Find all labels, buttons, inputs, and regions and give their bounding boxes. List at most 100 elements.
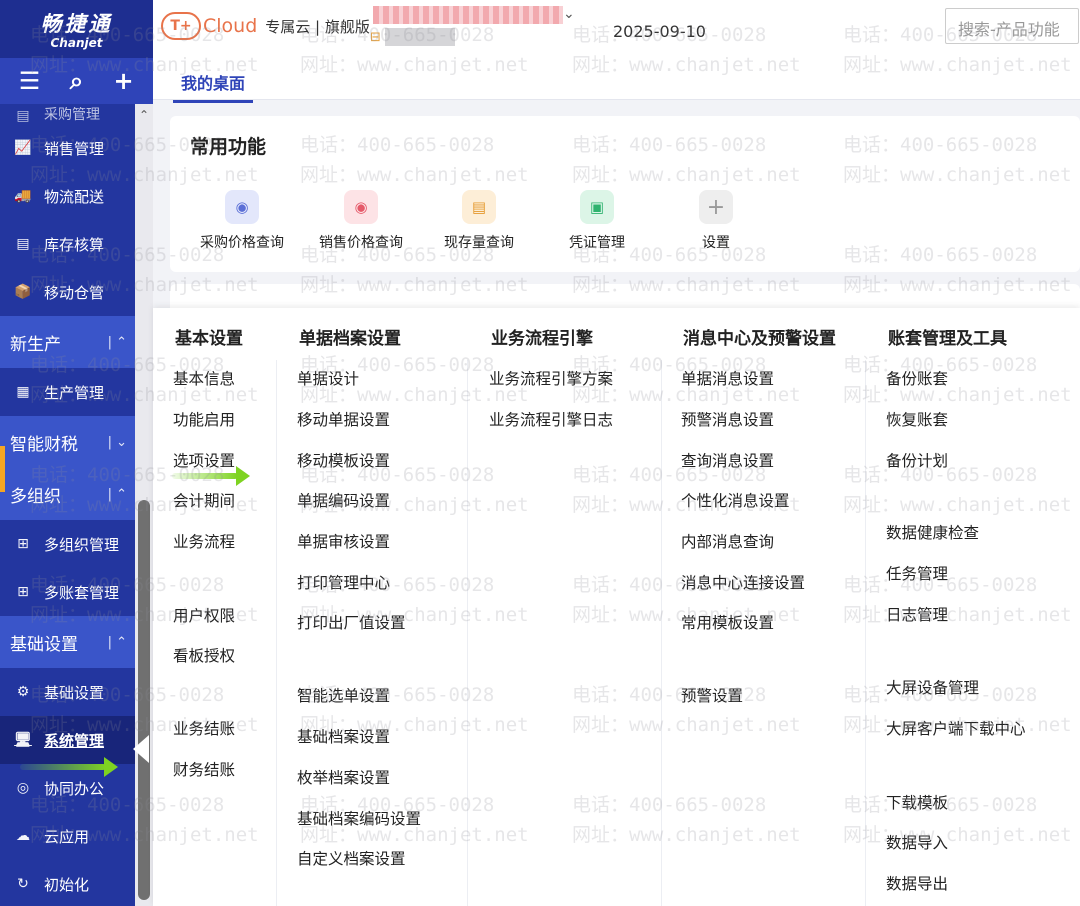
tab-my-desktop[interactable]: 我的桌面 <box>173 66 254 103</box>
menu-item[interactable]: 打印管理中心 <box>297 571 390 593</box>
menu-item[interactable]: 任务管理 <box>886 562 948 584</box>
func-label: 现存量查询 <box>444 235 514 251</box>
menu-item[interactable]: 基本信息 <box>173 367 235 389</box>
menu-item[interactable]: 常用模板设置 <box>681 611 774 633</box>
menu-item[interactable]: 单据设计 <box>297 367 359 389</box>
redacted-company-name[interactable] <box>373 6 563 24</box>
menu-item[interactable]: 业务流程引擎方案 <box>489 367 613 389</box>
sidebar-item-multi-account-mgmt[interactable]: ⊞ 多账套管理 <box>0 568 135 616</box>
menu-item[interactable]: 预警设置 <box>681 684 743 706</box>
menu-item[interactable]: 消息中心连接设置 <box>681 571 805 593</box>
sidebar-group-basic-settings[interactable]: 基础设置 | ⌃ <box>0 616 135 668</box>
sidebar-item-inventory[interactable]: ▤ 库存核算 <box>0 220 135 268</box>
menu-item[interactable]: 数据导入 <box>886 831 948 853</box>
edition-label: 专属云 | 旗舰版 <box>265 17 370 36</box>
func-sales-price-query[interactable]: ◉ 销售价格查询 <box>301 190 421 252</box>
sidebar-item-mobile-warehouse[interactable]: 📦 移动仓管 <box>0 268 135 316</box>
sidebar-item-label: 多账套管理 <box>44 583 120 602</box>
sidebar-item-multi-org-mgmt[interactable]: ⊞ 多组织管理 <box>0 520 135 568</box>
refresh-icon: ↻ <box>17 876 29 892</box>
menu-item[interactable]: 看板授权 <box>173 644 235 666</box>
menu-item[interactable]: 打印出厂值设置 <box>297 611 406 633</box>
menu-item[interactable]: 基础档案设置 <box>297 725 390 747</box>
annotation-arrow <box>20 757 118 777</box>
menu-item[interactable]: 预警消息设置 <box>681 408 774 430</box>
sidebar-item-label: 生产管理 <box>44 383 105 402</box>
add-icon[interactable]: + <box>109 67 139 95</box>
menu-item[interactable]: 枚举档案设置 <box>297 766 390 788</box>
menu-item[interactable]: 自定义档案设置 <box>297 847 406 869</box>
sidebar-scrollbar-thumb[interactable] <box>138 500 150 900</box>
sidebar-item-label: 采购管理 <box>44 107 100 123</box>
func-settings[interactable]: + 设置 <box>656 190 776 252</box>
production-icon: ▦ <box>16 384 30 400</box>
chart-icon: 📈 <box>14 140 32 156</box>
menu-item[interactable]: 财务结账 <box>173 758 235 780</box>
menu-item[interactable]: 单据编码设置 <box>297 489 390 511</box>
sidebar-group-new-production[interactable]: 新生产 | ⌃ <box>0 316 135 368</box>
sidebar-item-basic-settings[interactable]: ⚙ 基础设置 <box>0 668 135 716</box>
org-icon: ⊟ <box>370 30 381 45</box>
menu-item[interactable]: 大屏设备管理 <box>886 676 979 698</box>
menu-item[interactable]: 下载模板 <box>886 791 948 813</box>
sidebar-item-production[interactable]: ▦ 生产管理 <box>0 368 135 416</box>
cart-icon: ▤ <box>16 108 30 124</box>
menu-toggle-icon[interactable]: ☰ <box>15 67 45 95</box>
menu-item[interactable]: 查询消息设置 <box>681 449 774 471</box>
menu-item[interactable]: 备份计划 <box>886 449 948 471</box>
sidebar-item-purchase[interactable]: ▤ 采购管理 <box>0 104 135 124</box>
menu-item[interactable]: 单据审核设置 <box>297 530 390 552</box>
menu-item[interactable]: 用户权限 <box>173 604 235 626</box>
common-functions-panel: 常用功能 ◉ 采购价格查询 ◉ 销售价格查询 ▤ 现存量查询 ▣ 凭证管理 + … <box>170 116 1080 272</box>
redacted-user-name <box>385 28 455 46</box>
menu-item[interactable]: 内部消息查询 <box>681 530 774 552</box>
sidebar-group-multi-org[interactable]: 多组织 | ⌃ <box>0 468 135 520</box>
chevron-up-icon: | ⌃ <box>107 486 127 502</box>
scroll-up-icon[interactable]: ⌃ <box>136 108 152 122</box>
sidebar-item-cloud-apps[interactable]: ☁ 云应用 <box>0 812 135 860</box>
column-divider <box>467 360 468 906</box>
chevron-down-icon[interactable]: ⌄ <box>563 6 575 22</box>
menu-item[interactable]: 备份账套 <box>886 367 948 389</box>
sidebar-item-initialize[interactable]: ↻ 初始化 <box>0 860 135 906</box>
chevron-up-icon: | ⌃ <box>107 334 127 350</box>
sidebar-toolbar: ☰ ⌕ + <box>0 58 153 104</box>
menu-item[interactable]: 业务流程 <box>173 530 235 552</box>
menu-column-title: 消息中心及预警设置 <box>683 329 836 349</box>
search-icon[interactable]: ⌕ <box>62 67 92 95</box>
sidebar-item-label: 多组织管理 <box>44 535 120 554</box>
common-functions-title: 常用功能 <box>190 136 267 158</box>
menu-item[interactable]: 功能启用 <box>173 408 235 430</box>
menu-item[interactable]: 大屏客户端下载中心 <box>886 717 1026 739</box>
plus-icon: + <box>699 190 733 224</box>
brand: T+ Cloud 专属云 | 旗舰版 <box>161 12 370 40</box>
func-stock-query[interactable]: ▤ 现存量查询 <box>419 190 539 252</box>
func-voucher-management[interactable]: ▣ 凭证管理 <box>537 190 657 252</box>
chanjet-logo[interactable]: 畅捷通 Chanjet <box>0 0 153 58</box>
search-input[interactable]: 搜索-产品功能 <box>945 8 1079 44</box>
menu-item[interactable]: 智能选单设置 <box>297 684 390 706</box>
menu-column-process-engine: 业务流程引擎 业务流程引擎方案 业务流程引擎日志 <box>489 308 659 906</box>
sidebar-nav: ▤ 采购管理 📈 销售管理 🚚 物流配送 ▤ 库存核算 📦 移动仓管 新生产 |… <box>0 104 135 906</box>
menu-item[interactable]: 会计期间 <box>173 489 235 511</box>
tab-bar: 我的桌面 <box>153 62 1080 103</box>
sidebar-item-logistics[interactable]: 🚚 物流配送 <box>0 172 135 220</box>
sidebar-group-label: 新生产 <box>10 334 61 355</box>
menu-item[interactable]: 业务结账 <box>173 717 235 739</box>
menu-item[interactable]: 恢复账套 <box>886 408 948 430</box>
menu-item[interactable]: 基础档案编码设置 <box>297 807 421 829</box>
menu-item[interactable]: 个性化消息设置 <box>681 489 790 511</box>
func-purchase-price-query[interactable]: ◉ 采购价格查询 <box>182 190 302 252</box>
menu-column-basic-settings: 基本设置 基本信息 功能启用 选项设置 会计期间 业务流程 用户权限 看板授权 … <box>173 308 273 906</box>
sidebar-group-finance[interactable]: 智能财税 | ⌄ <box>0 416 135 468</box>
menu-item[interactable]: 选项设置 <box>173 449 235 471</box>
menu-item[interactable]: 移动单据设置 <box>297 408 390 430</box>
menu-item[interactable]: 单据消息设置 <box>681 367 774 389</box>
menu-item[interactable]: 日志管理 <box>886 603 948 625</box>
menu-item[interactable]: 数据健康检查 <box>886 521 979 543</box>
truck-icon: 🚚 <box>14 188 32 204</box>
menu-item[interactable]: 数据导出 <box>886 872 948 894</box>
menu-item[interactable]: 移动模板设置 <box>297 449 390 471</box>
sidebar-item-sales[interactable]: 📈 销售管理 <box>0 124 135 172</box>
menu-item[interactable]: 业务流程引擎日志 <box>489 408 613 430</box>
